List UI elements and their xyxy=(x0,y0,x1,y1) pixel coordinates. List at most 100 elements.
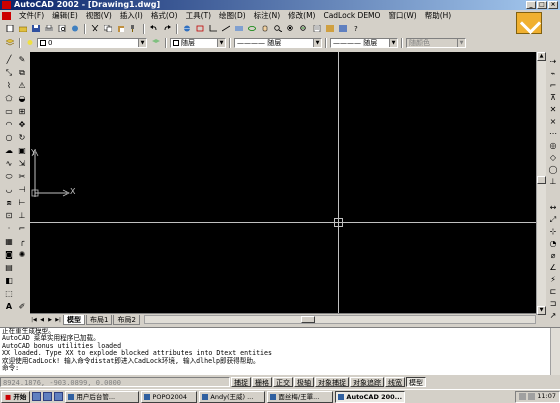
spline-icon[interactable]: ∿ xyxy=(3,158,15,169)
chevron-down-icon[interactable]: ▼ xyxy=(313,38,321,47)
help-icon[interactable]: ? xyxy=(350,23,362,34)
zoom-realtime-icon[interactable] xyxy=(272,23,284,34)
properties-icon[interactable] xyxy=(311,23,323,34)
copy-object-icon[interactable]: ⧉ xyxy=(16,67,28,78)
trim-icon[interactable]: ✂ xyxy=(16,171,28,182)
hatch-icon[interactable]: ▦ xyxy=(3,236,15,247)
publish-icon[interactable] xyxy=(69,23,81,34)
chamfer-icon[interactable]: ⌐ xyxy=(16,223,28,234)
copy-icon[interactable] xyxy=(102,23,114,34)
model-toggle[interactable]: 模型 xyxy=(406,377,426,387)
tab-prev-icon[interactable]: ◀ xyxy=(38,316,46,324)
linetype-combo[interactable]: ———— 随层 ▼ xyxy=(234,37,322,48)
command-scrollbar[interactable] xyxy=(550,328,560,375)
construction-line-icon[interactable]: ⤡ xyxy=(3,67,15,78)
explode-icon[interactable]: ✺ xyxy=(16,249,28,260)
chevron-down-icon[interactable]: ▼ xyxy=(389,38,397,47)
redo-icon[interactable] xyxy=(161,23,173,34)
tab-first-icon[interactable]: |◀ xyxy=(30,316,38,324)
design-center-icon[interactable] xyxy=(324,23,336,34)
menu-tools[interactable]: 工具(T) xyxy=(182,10,215,21)
menu-edit[interactable]: 编辑(E) xyxy=(48,10,82,21)
close-button[interactable]: × xyxy=(548,1,558,9)
menu-help[interactable]: 帮助(H) xyxy=(421,10,456,21)
arc-icon[interactable]: ◠ xyxy=(3,119,15,130)
object-snap-icon[interactable] xyxy=(194,23,206,34)
boundary-icon[interactable]: ⬚ xyxy=(3,288,15,299)
pan-icon[interactable] xyxy=(259,23,271,34)
vertical-scrollbar[interactable]: ▲ ▼ xyxy=(536,52,546,315)
erase-icon[interactable]: ✎ xyxy=(16,54,28,65)
scale-icon[interactable]: ▣ xyxy=(16,145,28,156)
layer-manager-icon[interactable] xyxy=(4,37,16,48)
open-folder-icon[interactable] xyxy=(17,23,29,34)
revision-cloud-icon[interactable]: ☁ xyxy=(3,145,15,156)
dim-leader-icon[interactable]: ↗ xyxy=(547,310,559,321)
insert-block-icon[interactable]: ⧈ xyxy=(3,197,15,208)
offset-icon[interactable]: ◒ xyxy=(16,93,28,104)
undo-icon[interactable] xyxy=(148,23,160,34)
dim-continue-icon[interactable]: ⊐ xyxy=(547,298,559,309)
snap-intersection-icon[interactable]: ✕ xyxy=(547,104,559,115)
region-icon[interactable]: ◙ xyxy=(3,249,15,260)
print-icon[interactable] xyxy=(43,23,55,34)
osnap-temp-track-icon[interactable]: ⇢ xyxy=(547,56,559,67)
distance-icon[interactable] xyxy=(220,23,232,34)
horizontal-scroll-thumb[interactable] xyxy=(300,316,315,323)
osnap-toggle[interactable]: 对象捕捉 xyxy=(315,377,349,387)
menu-file[interactable]: 文件(F) xyxy=(15,10,48,21)
task-andy-chat[interactable]: Andy(王威) ... xyxy=(199,390,266,403)
maximize-button[interactable]: □ xyxy=(537,1,547,9)
snap-extension-icon[interactable]: ⋯ xyxy=(547,128,559,139)
grid-toggle[interactable]: 栅格 xyxy=(252,377,272,387)
document-icon[interactable] xyxy=(2,11,11,20)
print-preview-icon[interactable] xyxy=(56,23,68,34)
task-autocad[interactable]: AutoCAD 200... xyxy=(335,390,406,403)
menu-insert[interactable]: 插入(I) xyxy=(116,10,147,21)
zoom-window-icon[interactable] xyxy=(285,23,297,34)
snap-tangent-icon[interactable]: ◯ xyxy=(547,164,559,175)
scroll-up-icon[interactable]: ▲ xyxy=(537,52,546,61)
color-combo[interactable]: 随层 ▼ xyxy=(170,37,226,48)
scroll-down-icon[interactable]: ▼ xyxy=(537,306,546,315)
gradient-icon[interactable]: ◧ xyxy=(3,275,15,286)
make-block-icon[interactable]: ⊡ xyxy=(3,210,15,221)
cut-icon[interactable] xyxy=(89,23,101,34)
array-icon[interactable]: ⊞ xyxy=(16,106,28,117)
dim-aligned-icon[interactable]: ⤢ xyxy=(547,214,559,225)
horizontal-scrollbar[interactable] xyxy=(143,315,536,324)
polyline-icon[interactable]: ⌇ xyxy=(3,80,15,91)
dim-diameter-icon[interactable]: ⌀ xyxy=(547,250,559,261)
polar-toggle[interactable]: 极轴 xyxy=(294,377,314,387)
snap-apparent-intersection-icon[interactable]: ⨯ xyxy=(547,116,559,127)
snap-quadrant-icon[interactable]: ◇ xyxy=(547,152,559,163)
move-icon[interactable]: ✥ xyxy=(16,119,28,130)
tab-layout1[interactable]: 布局1 xyxy=(86,314,113,325)
snap-midpoint-icon[interactable]: ⊼ xyxy=(547,92,559,103)
edit-icon[interactable]: ✐ xyxy=(16,301,28,312)
clock[interactable]: 11:07 xyxy=(537,391,556,402)
match-properties-icon[interactable] xyxy=(128,23,140,34)
menu-draw[interactable]: 绘图(D) xyxy=(215,10,250,21)
snap-center-icon[interactable]: ◎ xyxy=(547,140,559,151)
quick-dim-icon[interactable]: ⚡ xyxy=(547,274,559,285)
tool-palettes-icon[interactable] xyxy=(337,23,349,34)
break-icon[interactable]: ⊥ xyxy=(16,210,28,221)
lineweight-toggle[interactable]: 线宽 xyxy=(385,377,405,387)
chevron-down-icon[interactable]: ▼ xyxy=(217,38,225,47)
fillet-icon[interactable]: ╭ xyxy=(16,236,28,247)
task-user-admin[interactable]: 用户后台管... xyxy=(65,390,140,403)
task-chat-2[interactable]: 面丝梅/王單... xyxy=(267,390,334,403)
stretch-icon[interactable]: ⇲ xyxy=(16,158,28,169)
quicklaunch-desktop-icon[interactable] xyxy=(32,392,42,401)
start-button[interactable]: ■ 开始 xyxy=(1,390,31,403)
multiline-text-icon[interactable]: A xyxy=(3,301,15,312)
3d-orbit-icon[interactable] xyxy=(246,23,258,34)
snap-perpendicular-icon[interactable]: ⊥ xyxy=(547,176,559,187)
snap-endpoint-icon[interactable]: ⌐ xyxy=(547,80,559,91)
rectangle-icon[interactable]: ▭ xyxy=(3,106,15,117)
menu-format[interactable]: 格式(O) xyxy=(147,10,182,21)
zoom-previous-icon[interactable] xyxy=(298,23,310,34)
snap-from-icon[interactable]: ⌁ xyxy=(547,68,559,79)
otrack-toggle[interactable]: 对象追踪 xyxy=(350,377,384,387)
